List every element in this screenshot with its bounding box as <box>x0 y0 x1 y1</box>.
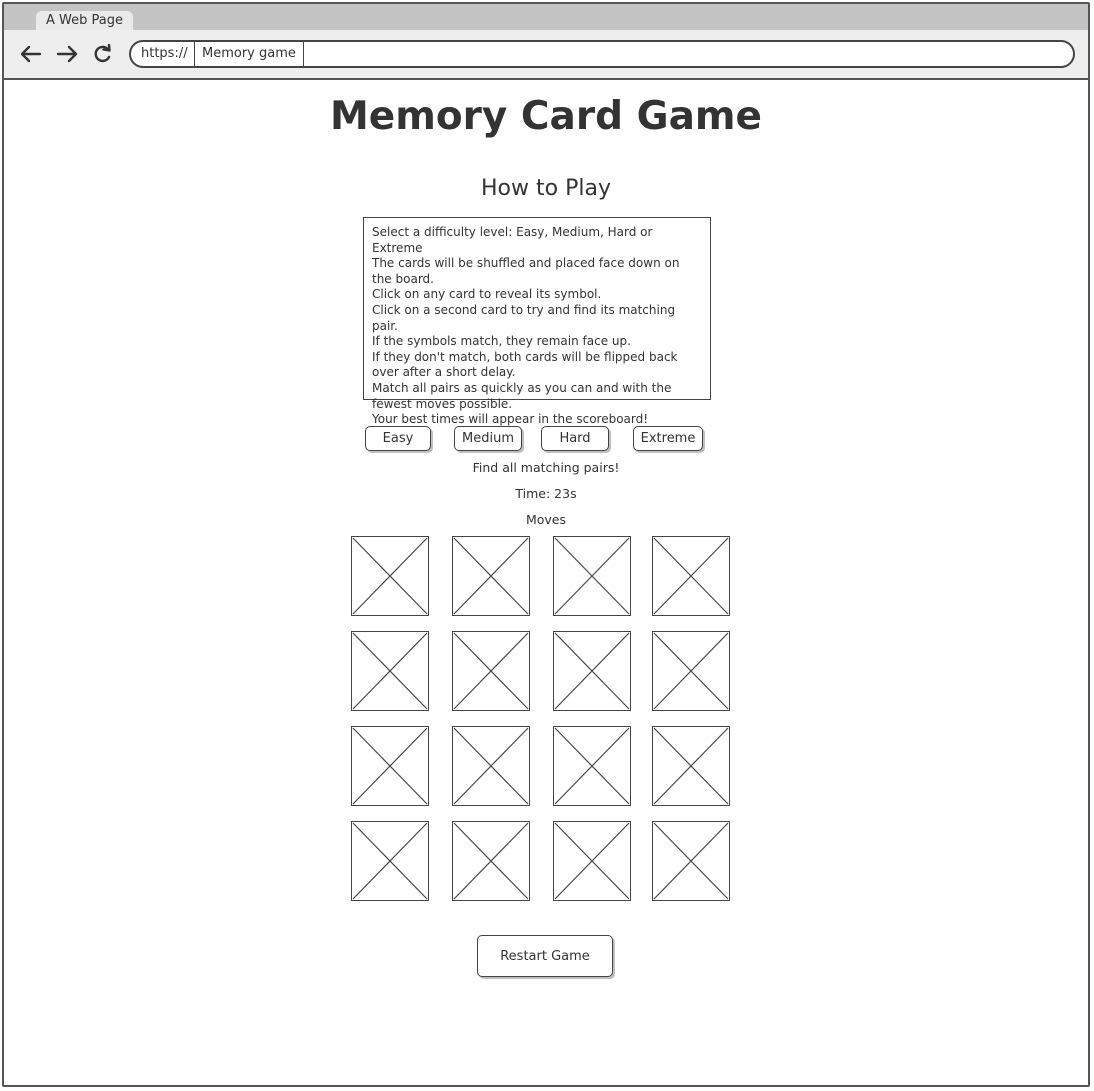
card-back-placeholder-icon <box>453 537 529 615</box>
card-back-placeholder-icon <box>352 537 428 615</box>
card-back-placeholder-icon <box>554 632 630 710</box>
card-back-placeholder-icon <box>453 727 529 805</box>
page-title: Memory Card Game <box>329 94 762 139</box>
card-back-placeholder-icon <box>453 822 529 900</box>
hard-button[interactable]: Hard <box>541 426 609 451</box>
memory-card[interactable] <box>452 726 530 806</box>
memory-card[interactable] <box>351 631 429 711</box>
memory-card[interactable] <box>652 631 730 711</box>
memory-card[interactable] <box>652 726 730 806</box>
instruction-line: If they don't match, both cards will be … <box>372 349 678 380</box>
memory-card[interactable] <box>652 536 730 616</box>
memory-card[interactable] <box>351 726 429 806</box>
memory-card[interactable] <box>553 821 631 901</box>
instruction-line: Select a difficulty level: Easy, Medium,… <box>372 225 653 255</box>
moves-counter: Moves <box>525 512 567 527</box>
card-back-placeholder-icon <box>653 822 729 900</box>
instruction-line: The cards will be shuffled and placed fa… <box>372 256 680 286</box>
timer-display: Time: 23s <box>515 486 577 501</box>
card-back-placeholder-icon <box>554 822 630 900</box>
memory-card[interactable] <box>452 821 530 901</box>
extreme-button[interactable]: Extreme <box>633 426 703 451</box>
browser-titlebar: A Web Page <box>4 4 1088 31</box>
card-back-placeholder-icon <box>653 632 729 710</box>
memory-card[interactable] <box>553 726 631 806</box>
card-back-placeholder-icon <box>554 727 630 805</box>
card-back-placeholder-icon <box>653 537 729 615</box>
instructions-box: Select a difficulty level: Easy, Medium,… <box>363 217 711 426</box>
back-arrow-icon[interactable] <box>19 43 43 65</box>
url-scheme: https:// <box>141 46 188 61</box>
instruction-line: Click on a second card to try and find i… <box>372 302 676 333</box>
memory-card[interactable] <box>351 536 429 616</box>
instruction-line: If the symbols match, they remain face u… <box>372 334 631 349</box>
memory-card[interactable] <box>553 631 631 711</box>
card-back-placeholder-icon <box>653 727 729 805</box>
medium-button[interactable]: Medium <box>454 426 522 451</box>
easy-button[interactable]: Easy <box>365 426 431 451</box>
url-page-name[interactable]: Memory game <box>194 41 304 67</box>
forward-arrow-icon[interactable] <box>55 43 79 65</box>
card-back-placeholder-icon <box>352 727 428 805</box>
restart-button[interactable]: Restart Game <box>477 935 613 977</box>
status-message: Find all matching pairs! <box>472 460 620 475</box>
memory-card[interactable] <box>351 821 429 901</box>
memory-card[interactable] <box>452 631 530 711</box>
memory-card[interactable] <box>652 821 730 901</box>
memory-card[interactable] <box>553 536 631 616</box>
browser-toolbar: https:// Memory game <box>4 30 1088 80</box>
card-back-placeholder-icon <box>554 537 630 615</box>
card-back-placeholder-icon <box>352 632 428 710</box>
instruction-line: Click on any card to reveal its symbol. <box>372 287 602 302</box>
how-to-play-heading: How to Play <box>481 176 611 201</box>
browser-tab[interactable]: A Web Page <box>36 11 133 31</box>
reload-icon[interactable] <box>91 43 115 65</box>
page-content: Memory Card Game How to Play Select a di… <box>4 80 1088 1085</box>
memory-card[interactable] <box>452 536 530 616</box>
card-back-placeholder-icon <box>352 822 428 900</box>
browser-window: A Web Page https:// Memory game Memory C… <box>2 2 1090 1087</box>
address-bar[interactable]: https:// Memory game <box>129 40 1075 68</box>
card-back-placeholder-icon <box>453 632 529 710</box>
instruction-line: Match all pairs as quickly as you can an… <box>372 380 672 411</box>
